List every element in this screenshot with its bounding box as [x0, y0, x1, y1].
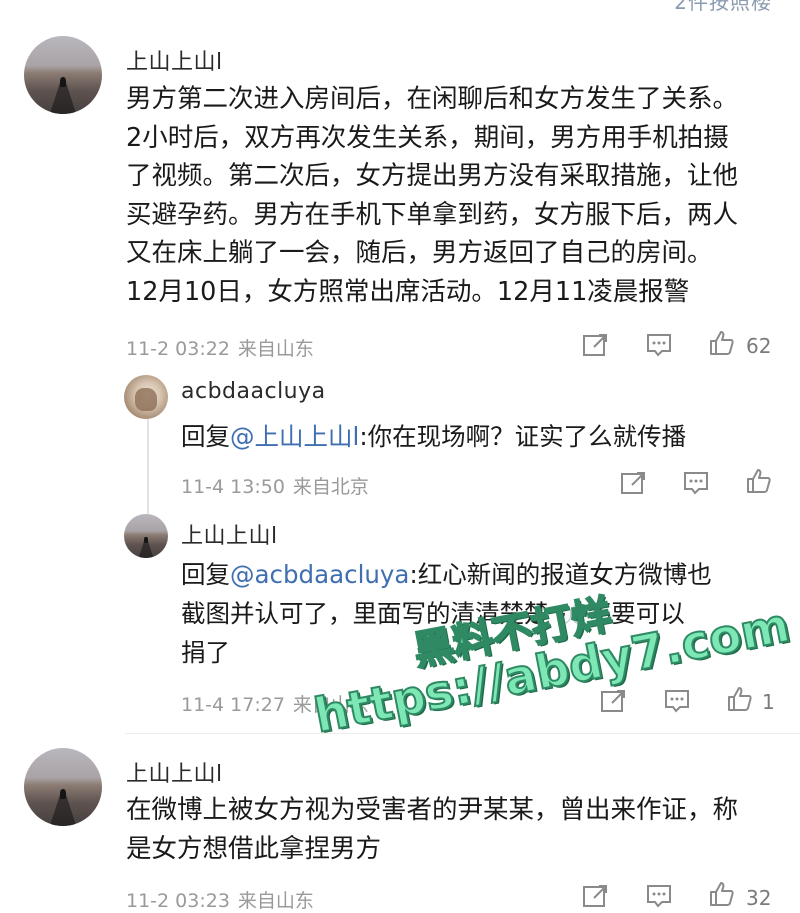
avatar[interactable] [24, 748, 102, 826]
reply-time: 11-4 13:50 [181, 476, 285, 498]
reply-username[interactable]: acbdaacluya [181, 379, 326, 404]
comment-icon[interactable] [646, 332, 672, 358]
comment-body: 男方第二次进入房间后，在闲聊后和女方发生了关系。 2小时后，双方再次发生关系，期… [126, 84, 739, 307]
reply-username[interactable]: 上山上山l [181, 518, 278, 550]
share-icon[interactable] [582, 883, 608, 909]
thumbs-up-icon[interactable] [708, 881, 734, 907]
comment-username[interactable]: 上山上山l [126, 756, 223, 788]
comment-icon[interactable] [664, 688, 690, 714]
comment-time: 11-2 03:22 [126, 338, 230, 360]
comment-icon[interactable] [646, 883, 672, 909]
reply-time: 11-4 17:27 [181, 694, 285, 716]
reply-meta: 11-4 13:50 来自北京 [181, 472, 369, 499]
avatar[interactable] [24, 36, 102, 114]
share-icon[interactable] [600, 688, 626, 714]
reply-location: 来自北京 [292, 476, 369, 498]
like-count: 32 [746, 886, 772, 910]
top-cutoff-text: 2件按照楼 [674, 0, 772, 14]
comment-icon[interactable] [683, 470, 709, 496]
mention-link[interactable]: @acbdaacluya [230, 560, 409, 589]
comment-meta: 11-2 03:22 来自山东 [126, 334, 314, 361]
like-count: 1 [762, 690, 775, 714]
divider [125, 733, 800, 734]
comment-body: 在微博上被女方视为受害者的尹某某，曾出来作证，称 是女方想借此拿捏男方 [126, 795, 739, 864]
share-icon[interactable] [582, 332, 608, 358]
thumbs-up-icon[interactable] [708, 330, 734, 356]
thumbs-up-icon[interactable] [726, 686, 752, 712]
like-count: 62 [746, 334, 772, 358]
share-icon[interactable] [620, 470, 646, 496]
avatar[interactable] [124, 375, 168, 419]
comment-username[interactable]: 上山上山l [126, 44, 223, 76]
comment-location: 来自山东 [237, 338, 314, 360]
thumbs-up-icon[interactable] [745, 468, 771, 494]
mention-link[interactable]: @上山上山l [230, 422, 359, 451]
reply-body: 回复@上山上山l:你在现场啊？证实了么就传播 [181, 422, 687, 451]
avatar[interactable] [124, 514, 168, 558]
thread-line [147, 416, 149, 516]
